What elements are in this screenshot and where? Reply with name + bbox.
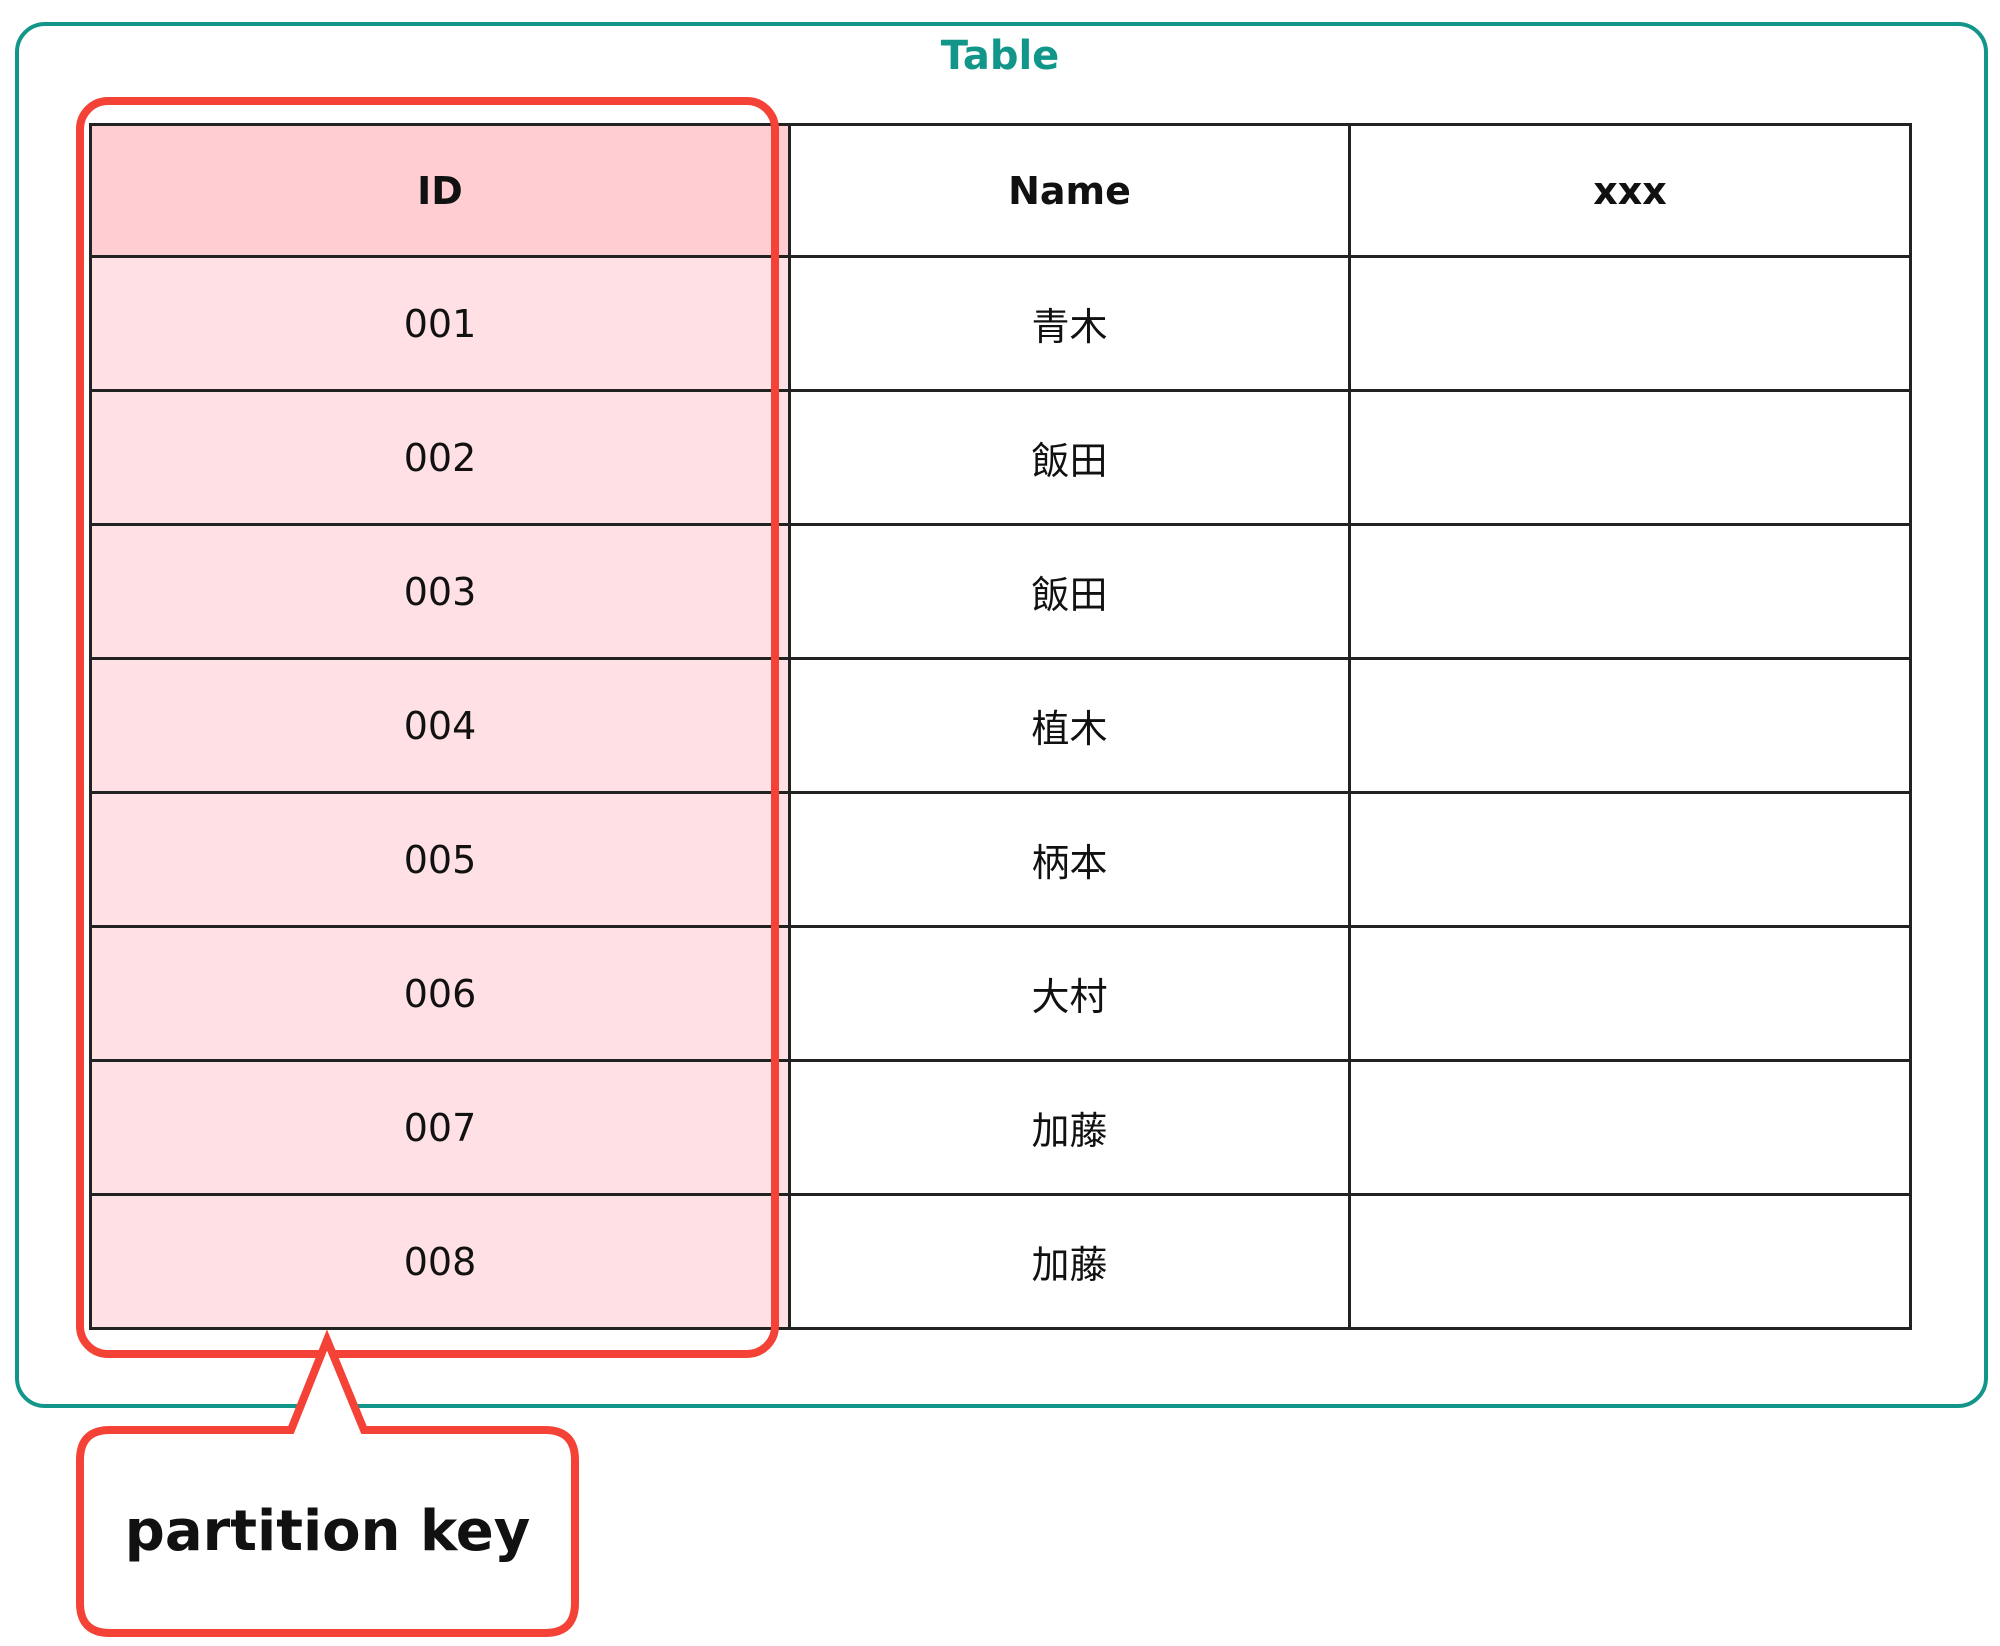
cell-id: 003: [89, 523, 791, 660]
column-header-xxx: xxx: [1348, 123, 1912, 258]
cell-id: 005: [89, 791, 791, 928]
table-row: 004 植木: [89, 657, 1912, 794]
cell-name: 加藤: [788, 1193, 1351, 1330]
cell-id: 001: [89, 255, 791, 392]
cell-xxx: [1348, 523, 1912, 660]
cell-xxx: [1348, 1193, 1912, 1330]
cell-id: 004: [89, 657, 791, 794]
table-row: 005 柄本: [89, 791, 1912, 928]
column-header-name: Name: [788, 123, 1351, 258]
table-header-row: ID Name xxx: [89, 123, 1912, 258]
cell-name: 植木: [788, 657, 1351, 794]
cell-xxx: [1348, 657, 1912, 794]
cell-xxx: [1348, 1059, 1912, 1196]
cell-name: 加藤: [788, 1059, 1351, 1196]
table-row: 007 加藤: [89, 1059, 1912, 1196]
data-table: ID Name xxx 001 青木 002 飯田 003 飯田 004 植木 …: [89, 123, 1912, 1330]
column-header-id: ID: [89, 123, 791, 258]
cell-name: 飯田: [788, 523, 1351, 660]
cell-name: 柄本: [788, 791, 1351, 928]
table-row: 002 飯田: [89, 389, 1912, 526]
cell-id: 006: [89, 925, 791, 1062]
cell-id: 007: [89, 1059, 791, 1196]
table-row: 003 飯田: [89, 523, 1912, 660]
callout-label: partition key: [124, 1499, 531, 1564]
cell-xxx: [1348, 255, 1912, 392]
cell-xxx: [1348, 791, 1912, 928]
cell-xxx: [1348, 389, 1912, 526]
cell-id: 008: [89, 1193, 791, 1330]
table-row: 008 加藤: [89, 1193, 1912, 1330]
cell-name: 飯田: [788, 389, 1351, 526]
cell-name: 青木: [788, 255, 1351, 392]
cell-xxx: [1348, 925, 1912, 1062]
table-row: 001 青木: [89, 255, 1912, 392]
cell-id: 002: [89, 389, 791, 526]
frame-title: Table: [940, 33, 1060, 79]
table-row: 006 大村: [89, 925, 1912, 1062]
cell-name: 大村: [788, 925, 1351, 1062]
